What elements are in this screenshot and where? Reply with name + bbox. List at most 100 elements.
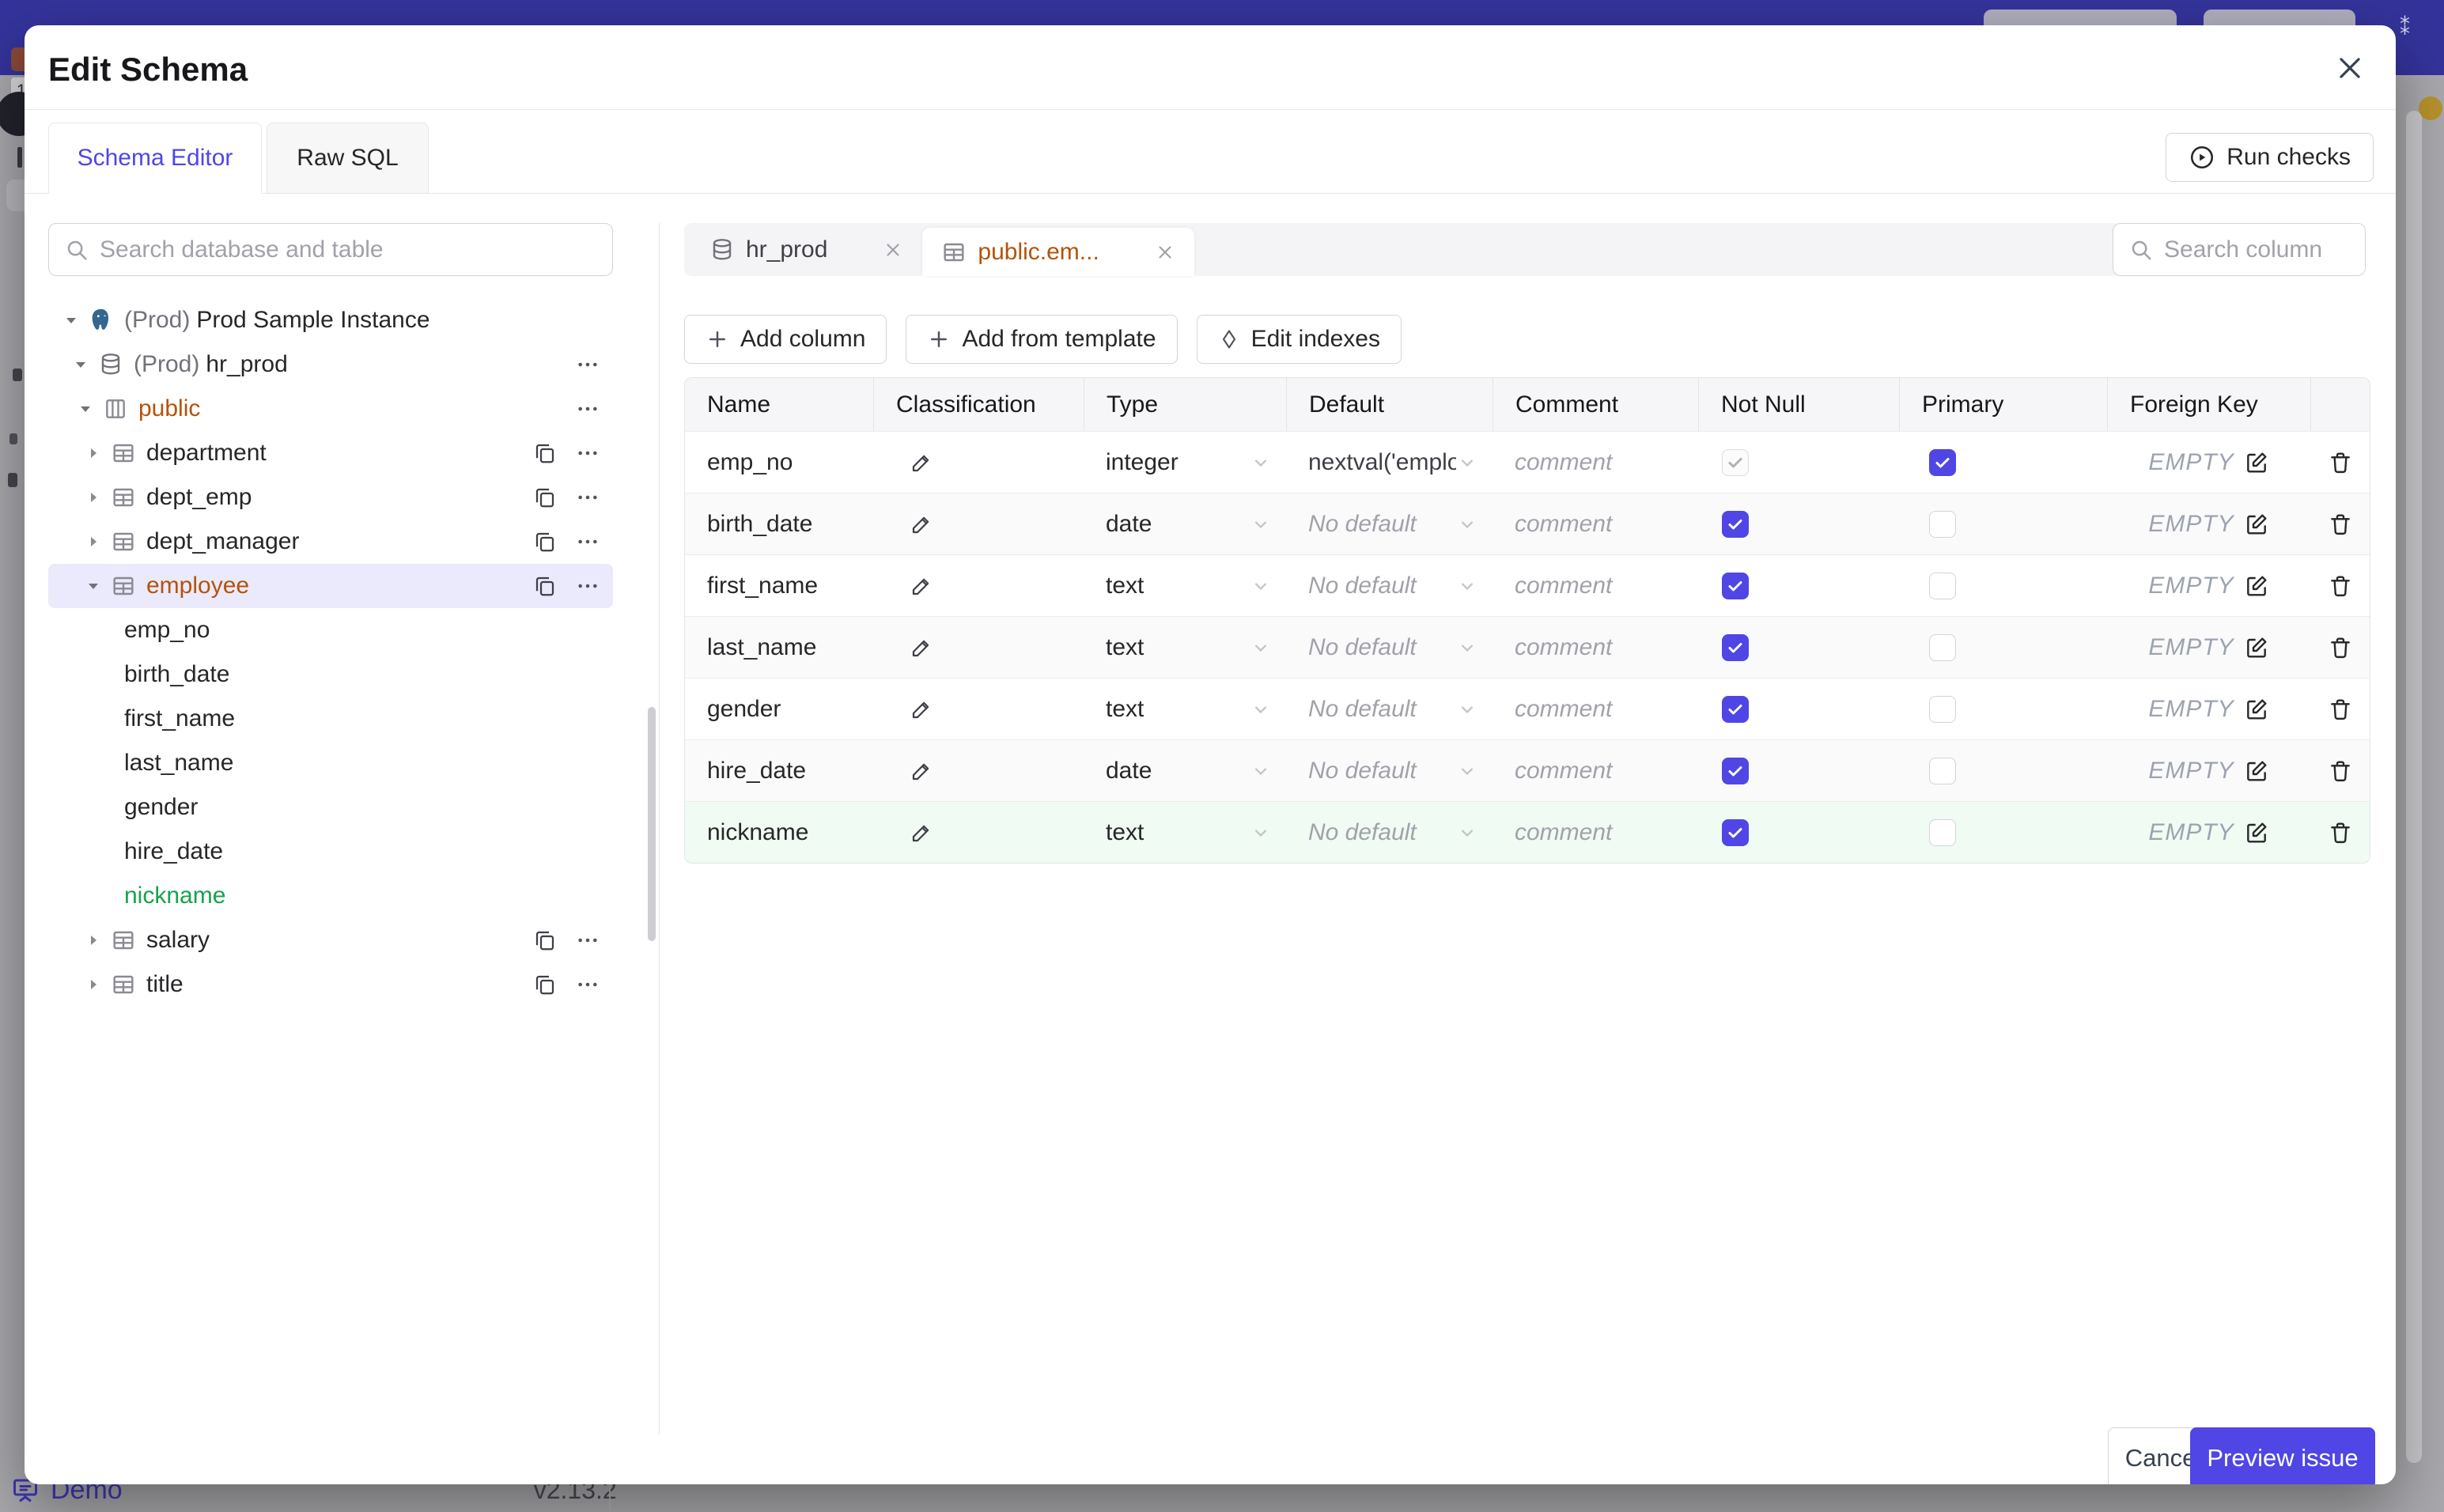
not-null-checkbox[interactable] xyxy=(1722,633,1749,661)
not-null-checkbox[interactable] xyxy=(1722,510,1749,538)
more-menu-icon[interactable] xyxy=(575,928,600,953)
delete-column-icon[interactable] xyxy=(2328,450,2353,475)
type-select[interactable]: date xyxy=(1084,493,1286,554)
action-edit-indexes[interactable]: Edit indexes xyxy=(1196,315,1402,364)
comment-input[interactable]: comment xyxy=(1493,432,1698,493)
tree-item-hr_prod[interactable]: (Prod) hr_prod xyxy=(48,342,613,387)
primary-checkbox[interactable] xyxy=(1929,448,1956,476)
more-menu-icon[interactable] xyxy=(575,529,600,554)
primary-checkbox[interactable] xyxy=(1929,633,1956,661)
classification-cell[interactable] xyxy=(873,432,1084,493)
tree-search-input[interactable] xyxy=(100,236,596,263)
column-name-cell[interactable]: nickname xyxy=(685,802,873,863)
column-name-cell[interactable]: last_name xyxy=(685,617,873,678)
comment-input[interactable]: comment xyxy=(1493,555,1698,616)
caret-down-icon[interactable] xyxy=(75,399,96,419)
caret-right-icon[interactable] xyxy=(83,974,104,995)
primary-checkbox[interactable] xyxy=(1929,757,1956,784)
more-menu-icon[interactable] xyxy=(575,352,600,377)
default-select[interactable]: No default xyxy=(1286,679,1493,739)
tree-item-Prod Sample Instance[interactable]: (Prod) Prod Sample Instance xyxy=(48,298,613,342)
run-checks-button[interactable]: Run checks xyxy=(2166,133,2374,182)
tree-item-dept_manager[interactable]: dept_manager xyxy=(48,520,613,564)
page-scrollbar[interactable] xyxy=(2406,111,2422,1463)
classification-cell[interactable] xyxy=(873,802,1084,863)
not-null-checkbox[interactable] xyxy=(1722,695,1749,723)
more-menu-icon[interactable] xyxy=(575,485,600,510)
caret-right-icon[interactable] xyxy=(83,487,104,508)
tab-raw-sql[interactable]: Raw SQL xyxy=(267,123,429,194)
default-select[interactable]: No default xyxy=(1286,617,1493,678)
column-name-cell[interactable]: hire_date xyxy=(685,740,873,801)
edit-foreign-key-icon[interactable] xyxy=(2244,635,2269,660)
tree-item-emp_no[interactable]: emp_no xyxy=(48,608,613,652)
caret-right-icon[interactable] xyxy=(83,930,104,951)
column-name-cell[interactable]: emp_no xyxy=(685,432,873,493)
more-menu-icon[interactable] xyxy=(575,972,600,997)
action-add-column[interactable]: Add column xyxy=(684,315,887,364)
delete-column-icon[interactable] xyxy=(2328,697,2353,722)
primary-checkbox[interactable] xyxy=(1929,695,1956,723)
comment-input[interactable]: comment xyxy=(1493,617,1698,678)
comment-input[interactable]: comment xyxy=(1493,802,1698,863)
tree-item-dept_emp[interactable]: dept_emp xyxy=(48,475,613,520)
type-select[interactable]: integer xyxy=(1084,432,1286,493)
classification-cell[interactable] xyxy=(873,679,1084,739)
default-select[interactable]: nextval('employ xyxy=(1286,432,1493,493)
caret-right-icon[interactable] xyxy=(83,443,104,463)
tree-item-birth_date[interactable]: birth_date xyxy=(48,652,613,697)
primary-checkbox[interactable] xyxy=(1929,818,1956,846)
more-menu-icon[interactable] xyxy=(575,573,600,599)
tree-item-hire_date[interactable]: hire_date xyxy=(48,830,613,874)
column-name-cell[interactable]: birth_date xyxy=(685,493,873,554)
preview-issue-button[interactable]: Preview issue xyxy=(2190,1427,2375,1484)
comment-input[interactable]: comment xyxy=(1493,740,1698,801)
not-null-checkbox[interactable] xyxy=(1722,757,1749,784)
delete-column-icon[interactable] xyxy=(2328,635,2353,660)
type-select[interactable]: text xyxy=(1084,802,1286,863)
copy-icon[interactable] xyxy=(532,485,558,510)
type-select[interactable]: date xyxy=(1084,740,1286,801)
default-select[interactable]: No default xyxy=(1286,555,1493,616)
close-button[interactable] xyxy=(2331,49,2369,87)
primary-checkbox[interactable] xyxy=(1929,510,1956,538)
sidebar-scrollbar[interactable] xyxy=(648,707,656,941)
delete-column-icon[interactable] xyxy=(2328,512,2353,537)
caret-down-icon[interactable] xyxy=(83,576,104,596)
delete-column-icon[interactable] xyxy=(2328,758,2353,784)
edit-foreign-key-icon[interactable] xyxy=(2244,758,2269,784)
column-search-input[interactable] xyxy=(2164,236,2396,263)
type-select[interactable]: text xyxy=(1084,679,1286,739)
tree-item-last_name[interactable]: last_name xyxy=(48,741,613,785)
tab-schema-editor[interactable]: Schema Editor xyxy=(48,123,262,194)
type-select[interactable]: text xyxy=(1084,617,1286,678)
delete-column-icon[interactable] xyxy=(2328,820,2353,845)
tree-item-gender[interactable]: gender xyxy=(48,785,613,830)
classification-cell[interactable] xyxy=(873,555,1084,616)
more-menu-icon[interactable] xyxy=(575,396,600,421)
copy-icon[interactable] xyxy=(532,573,558,599)
action-add-from-template[interactable]: Add from template xyxy=(906,315,1178,364)
close-tab-icon[interactable] xyxy=(883,240,903,260)
classification-cell[interactable] xyxy=(873,740,1084,801)
panel-divider[interactable] xyxy=(659,223,660,1435)
edit-foreign-key-icon[interactable] xyxy=(2244,697,2269,722)
edit-foreign-key-icon[interactable] xyxy=(2244,450,2269,475)
copy-icon[interactable] xyxy=(532,972,558,997)
tree-item-salary[interactable]: salary xyxy=(48,918,613,962)
copy-icon[interactable] xyxy=(532,440,558,466)
edit-foreign-key-icon[interactable] xyxy=(2244,512,2269,537)
tree-item-public[interactable]: public xyxy=(48,387,613,431)
classification-cell[interactable] xyxy=(873,493,1084,554)
tree-item-title[interactable]: title xyxy=(48,962,613,1007)
tree-item-nickname[interactable]: nickname xyxy=(48,874,613,918)
tree-item-employee[interactable]: employee xyxy=(48,564,613,608)
tree-item-first_name[interactable]: first_name xyxy=(48,697,613,741)
caret-down-icon[interactable] xyxy=(61,310,81,331)
type-select[interactable]: text xyxy=(1084,555,1286,616)
comment-input[interactable]: comment xyxy=(1493,679,1698,739)
caret-right-icon[interactable] xyxy=(83,531,104,552)
default-select[interactable]: No default xyxy=(1286,740,1493,801)
edit-foreign-key-icon[interactable] xyxy=(2244,573,2269,599)
column-name-cell[interactable]: gender xyxy=(685,679,873,739)
